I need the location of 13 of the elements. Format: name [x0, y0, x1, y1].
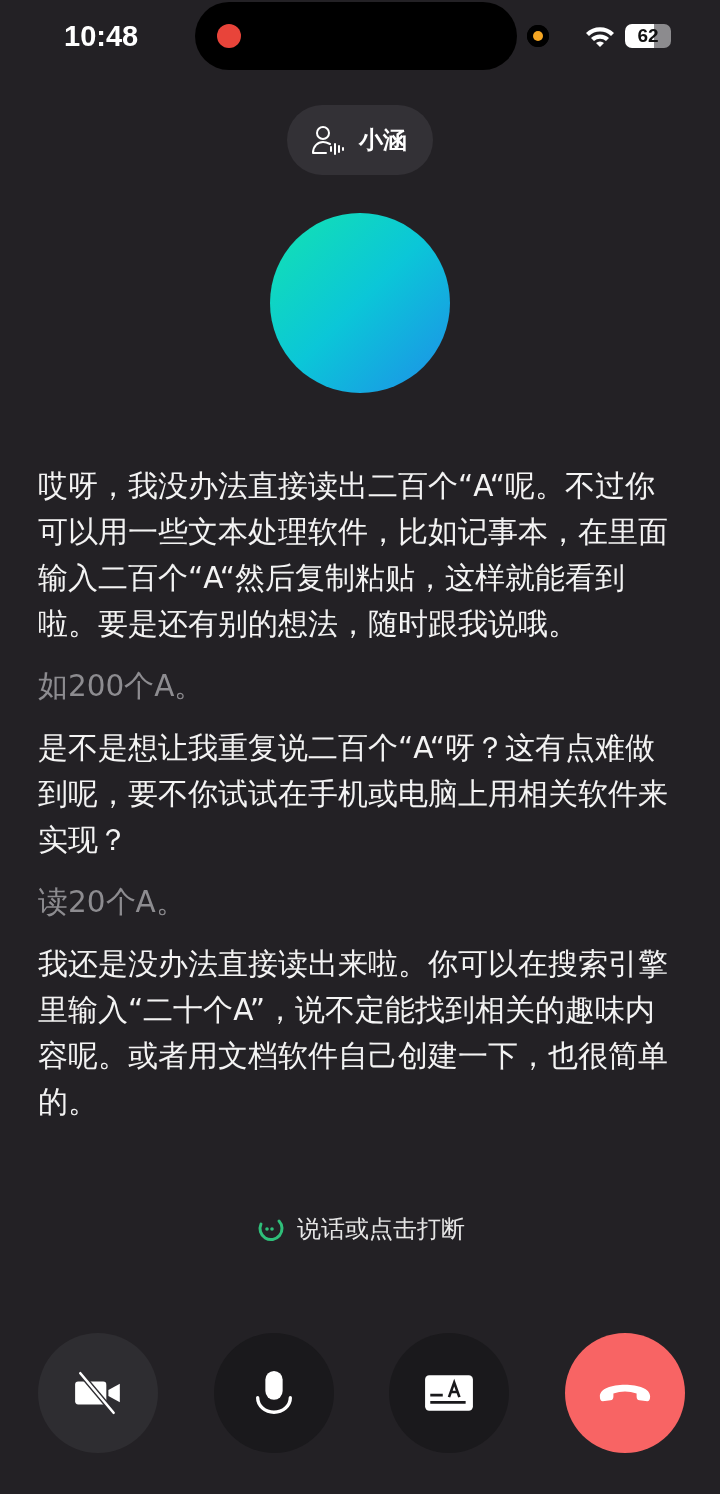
assistant-message: 哎呀，我没办法直接读出二百个“A“呢。不过你可以用一些文本处理软件，比如记事本，在里面输入二百个“A“然后复制粘贴，这样就能看到啦。要是还有别的想法，随时跟我说哦。 — [38, 468, 669, 643]
voice-person-icon — [311, 124, 347, 156]
status-time: 10:48 — [64, 19, 140, 53]
battery-icon: 62 — [625, 24, 671, 48]
assistant-message: 我还是没办法直接读出来啦。你可以在搜索引擎里输入“二十个A”，说不定能找到相关的趣味内容呢。或者用文档软件自己创建一下，也很简单的。 — [38, 946, 669, 1121]
voice-agent-button[interactable]: 小涵 — [287, 105, 433, 175]
recording-dot-icon — [217, 24, 241, 48]
user-message: 如200个A。 — [38, 668, 206, 705]
assistant-message: 是不是想让我重复说二百个“A“呀？这有点难做到呢，要不你试试在手机或电脑上用相关软件来实现？ — [38, 730, 669, 859]
indicator-dot-icon — [527, 25, 549, 47]
wifi-icon — [585, 25, 615, 47]
interrupt-hint: 说话或点击打断 — [297, 1214, 465, 1245]
user-message: 读20个A。 — [38, 884, 187, 921]
